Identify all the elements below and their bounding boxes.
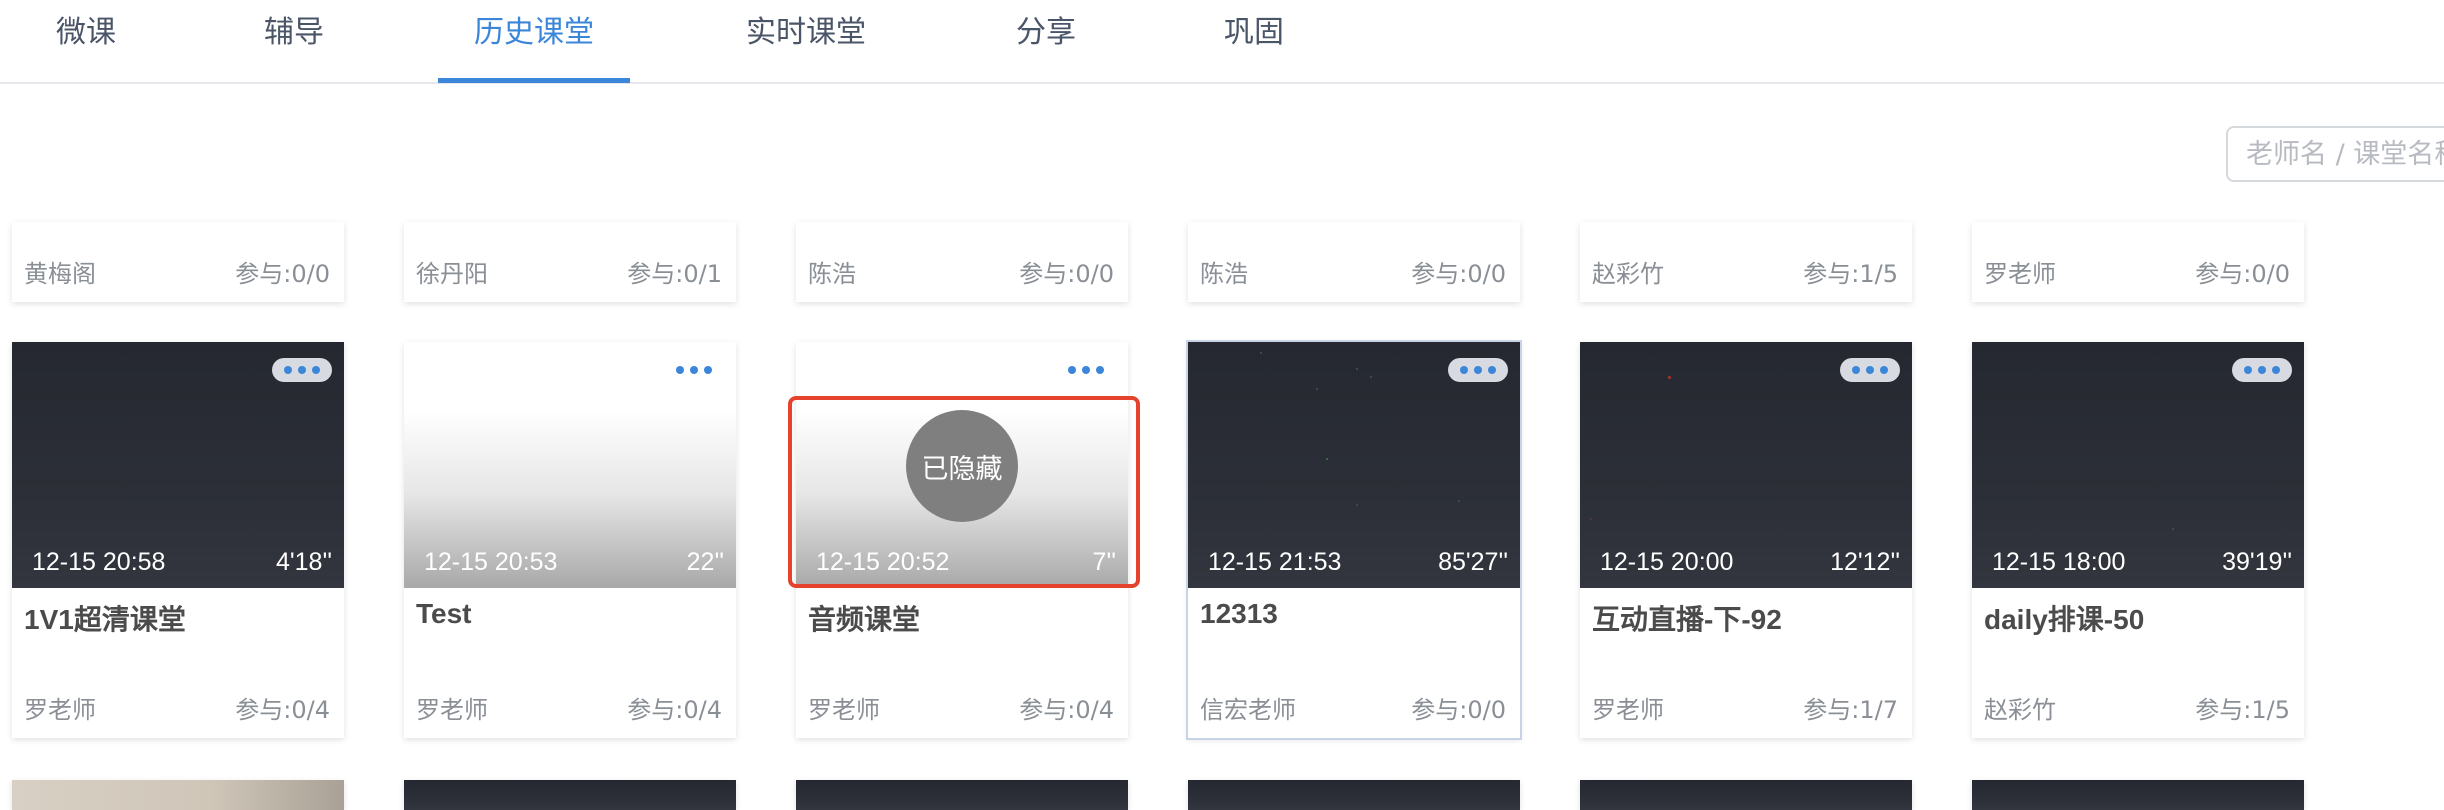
class-card[interactable] — [1580, 780, 1912, 810]
video-thumbnail[interactable] — [1188, 780, 1520, 810]
class-card[interactable] — [1972, 780, 2304, 810]
teacher-name: 罗老师 — [1984, 260, 2056, 288]
class-time: 12-15 20:00 — [1600, 548, 1734, 576]
search-input[interactable] — [2228, 128, 2444, 180]
teacher-name: 罗老师 — [1592, 696, 1664, 724]
participation-count: 参与:1/7 — [1803, 696, 1898, 724]
more-options-icon[interactable] — [664, 358, 724, 382]
teacher-name: 陈浩 — [808, 260, 856, 288]
tab-bar: 微课 辅导 历史课堂 实时课堂 分享 巩固 — [0, 0, 2444, 84]
tab-micro-lesson[interactable]: 微课 — [44, 0, 128, 84]
class-title: Test — [416, 598, 472, 629]
more-options-icon[interactable] — [1448, 358, 1508, 382]
participation-count: 参与:0/4 — [627, 696, 722, 724]
class-card[interactable] — [796, 780, 1128, 810]
participation-count: 参与:1/5 — [1803, 260, 1898, 288]
class-time: 12-15 20:53 — [424, 548, 558, 576]
class-card[interactable]: 黄梅阁 参与:0/0 — [12, 222, 344, 302]
more-options-icon[interactable] — [1056, 358, 1116, 382]
class-card[interactable]: 12-15 18:00 39'19'' daily排课-50 赵彩竹 参与:1/… — [1972, 342, 2304, 738]
video-thumbnail[interactable] — [796, 780, 1128, 810]
hidden-status-badge: 已隐藏 — [906, 410, 1018, 522]
active-tab-indicator — [438, 78, 630, 83]
class-card[interactable]: 12-15 20:58 4'18'' 1V1超清课堂 罗老师 参与:0/4 — [12, 342, 344, 738]
participation-count: 参与:0/0 — [1019, 260, 1114, 288]
teacher-name: 赵彩竹 — [1984, 696, 2056, 724]
class-card[interactable]: 罗老师 参与:0/0 — [1972, 222, 2304, 302]
class-card[interactable]: 12-15 21:53 85'27'' 12313 信宏老师 参与:0/0 — [1188, 342, 1520, 738]
class-card[interactable] — [12, 780, 344, 810]
teacher-name: 徐丹阳 — [416, 260, 488, 288]
search-box — [2226, 126, 2444, 182]
class-time: 12-15 20:58 — [32, 548, 166, 576]
class-duration: 12'12'' — [1830, 548, 1900, 576]
more-options-icon[interactable] — [2232, 358, 2292, 382]
participation-count: 参与:0/0 — [1411, 696, 1506, 724]
participation-count: 参与:1/5 — [2195, 696, 2290, 724]
tab-tutoring[interactable]: 辅导 — [252, 0, 336, 84]
participation-count: 参与:0/4 — [235, 696, 330, 724]
class-card[interactable]: 赵彩竹 参与:1/5 — [1580, 222, 1912, 302]
class-time: 12-15 18:00 — [1992, 548, 2126, 576]
video-thumbnail[interactable] — [12, 780, 344, 810]
teacher-name: 陈浩 — [1200, 260, 1248, 288]
class-card[interactable] — [1188, 780, 1520, 810]
more-options-icon[interactable] — [1840, 358, 1900, 382]
video-thumbnail[interactable] — [1972, 780, 2304, 810]
class-card[interactable] — [404, 780, 736, 810]
class-duration: 22'' — [686, 548, 724, 576]
video-thumbnail[interactable] — [1580, 780, 1912, 810]
class-card[interactable]: 12-15 20:53 22'' Test 罗老师 参与:0/4 — [404, 342, 736, 738]
participation-count: 参与:0/4 — [1019, 696, 1114, 724]
class-title: 互动直播-下-92 — [1592, 604, 1782, 635]
class-title: 12313 — [1200, 598, 1278, 629]
class-title: 1V1超清课堂 — [24, 604, 186, 635]
tab-live-class[interactable]: 实时课堂 — [726, 0, 886, 84]
participation-count: 参与:0/0 — [1411, 260, 1506, 288]
tab-history-class[interactable]: 历史课堂 — [438, 0, 630, 84]
tab-share[interactable]: 分享 — [1004, 0, 1088, 84]
class-card[interactable]: 已隐藏 12-15 20:52 7'' 音频课堂 罗老师 参与:0/4 — [796, 342, 1128, 738]
teacher-name: 赵彩竹 — [1592, 260, 1664, 288]
class-title: daily排课-50 — [1984, 604, 2145, 635]
class-duration: 39'19'' — [2222, 548, 2292, 576]
class-time: 12-15 21:53 — [1208, 548, 1342, 576]
class-card[interactable]: 陈浩 参与:0/0 — [796, 222, 1128, 302]
participation-count: 参与:0/0 — [235, 260, 330, 288]
teacher-name: 黄梅阁 — [24, 260, 96, 288]
participation-count: 参与:0/1 — [627, 260, 722, 288]
video-thumbnail[interactable] — [404, 780, 736, 810]
teacher-name: 罗老师 — [24, 696, 96, 724]
teacher-name: 信宏老师 — [1200, 696, 1296, 724]
tab-consolidate[interactable]: 巩固 — [1212, 0, 1296, 84]
more-options-icon[interactable] — [272, 358, 332, 382]
class-duration: 85'27'' — [1438, 548, 1508, 576]
class-duration: 4'18'' — [275, 548, 332, 576]
class-card[interactable]: 12-15 20:00 12'12'' 互动直播-下-92 罗老师 参与:1/7 — [1580, 342, 1912, 738]
class-card[interactable]: 徐丹阳 参与:0/1 — [404, 222, 736, 302]
participation-count: 参与:0/0 — [2195, 260, 2290, 288]
class-title: 音频课堂 — [808, 604, 921, 635]
class-duration: 7'' — [1092, 548, 1116, 576]
teacher-name: 罗老师 — [416, 696, 488, 724]
class-time: 12-15 20:52 — [816, 548, 950, 576]
class-card[interactable]: 陈浩 参与:0/0 — [1188, 222, 1520, 302]
teacher-name: 罗老师 — [808, 696, 880, 724]
